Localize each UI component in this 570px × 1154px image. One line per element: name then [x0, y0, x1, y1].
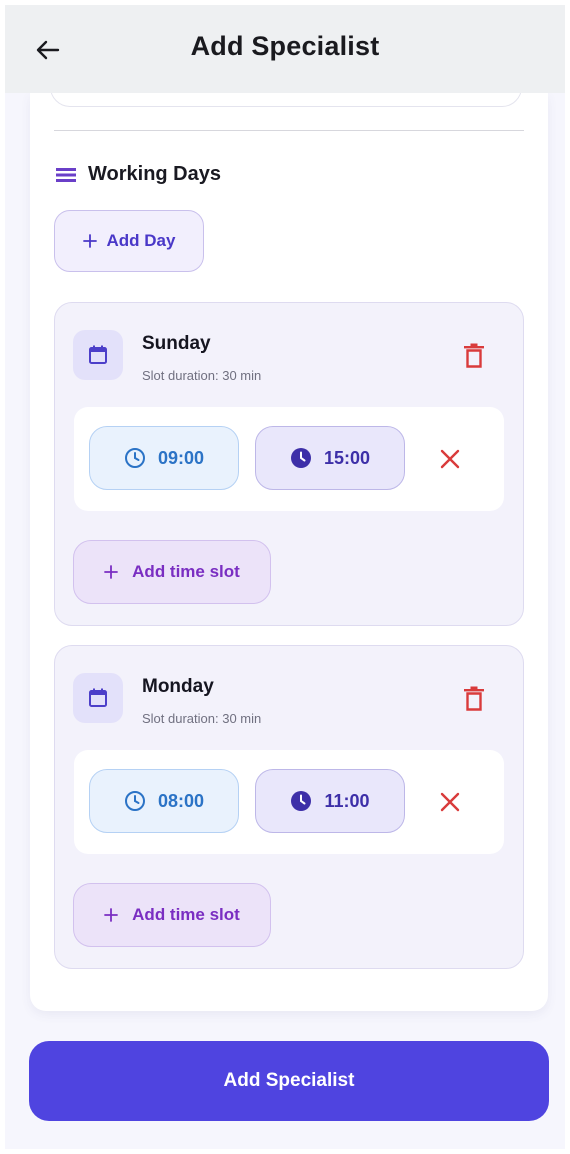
end-time: 15:00: [323, 447, 371, 468]
delete-day-button[interactable]: [463, 343, 485, 369]
start-time: 09:00: [157, 447, 205, 468]
end-time-picker[interactable]: 15:00: [255, 426, 405, 490]
end-time-picker[interactable]: 11:00: [255, 769, 405, 833]
end-time: 11:00: [324, 790, 370, 811]
clock-filled-icon: [290, 790, 312, 812]
add-time-slot-label: Add time slot: [132, 905, 240, 924]
trash-icon: [463, 686, 485, 712]
delete-day-button[interactable]: [463, 686, 485, 712]
screen: Add Specialist Working Days Add Day Sund…: [5, 5, 565, 1149]
calendar-icon: [88, 688, 108, 708]
plus-icon: [104, 565, 119, 579]
close-icon: [440, 449, 460, 469]
calendar-badge: [73, 330, 123, 380]
add-time-slot-button[interactable]: Add time slot: [73, 883, 271, 947]
calendar-icon: [88, 345, 108, 365]
calendar-badge: [73, 673, 123, 723]
app-bar: Add Specialist: [5, 5, 565, 93]
plus-icon: [104, 908, 119, 922]
start-time-picker[interactable]: 09:00: [89, 426, 239, 490]
working-days-header: Working Days: [56, 163, 221, 186]
trash-icon: [463, 343, 485, 369]
day-name: Monday: [142, 676, 214, 697]
slot-duration: Slot duration: 30 min: [142, 711, 262, 726]
remove-slot-button[interactable]: [436, 445, 464, 473]
add-day-button[interactable]: Add Day: [54, 210, 204, 272]
day-name: Sunday: [142, 333, 211, 354]
slot-duration: Slot duration: 30 min: [142, 368, 262, 383]
clock-outline-icon: [124, 447, 146, 469]
close-icon: [440, 792, 460, 812]
add-time-slot-label: Add time slot: [132, 562, 240, 581]
time-slot-row: 08:00 11:00: [74, 750, 504, 854]
add-time-slot-button[interactable]: Add time slot: [73, 540, 271, 604]
page-title: Add Specialist: [190, 31, 380, 61]
day-card-monday: Monday Slot duration: 30 min 08:00 11:00…: [54, 645, 524, 969]
remove-slot-button[interactable]: [436, 788, 464, 816]
form-card: Working Days Add Day Sunday Slot duratio…: [30, 63, 548, 1011]
start-time-picker[interactable]: 08:00: [89, 769, 239, 833]
list-icon: [56, 167, 76, 183]
start-time: 08:00: [157, 790, 205, 811]
section-title: Working Days: [88, 163, 221, 185]
time-slot-row: 09:00 15:00: [74, 407, 504, 511]
divider: [54, 130, 524, 131]
clock-filled-icon: [290, 447, 312, 469]
day-card-sunday: Sunday Slot duration: 30 min 09:00 15:00…: [54, 302, 524, 626]
add-specialist-button[interactable]: Add Specialist: [29, 1041, 549, 1121]
add-day-label: Add Day: [106, 231, 176, 250]
clock-outline-icon: [124, 790, 146, 812]
plus-icon: [82, 234, 97, 248]
